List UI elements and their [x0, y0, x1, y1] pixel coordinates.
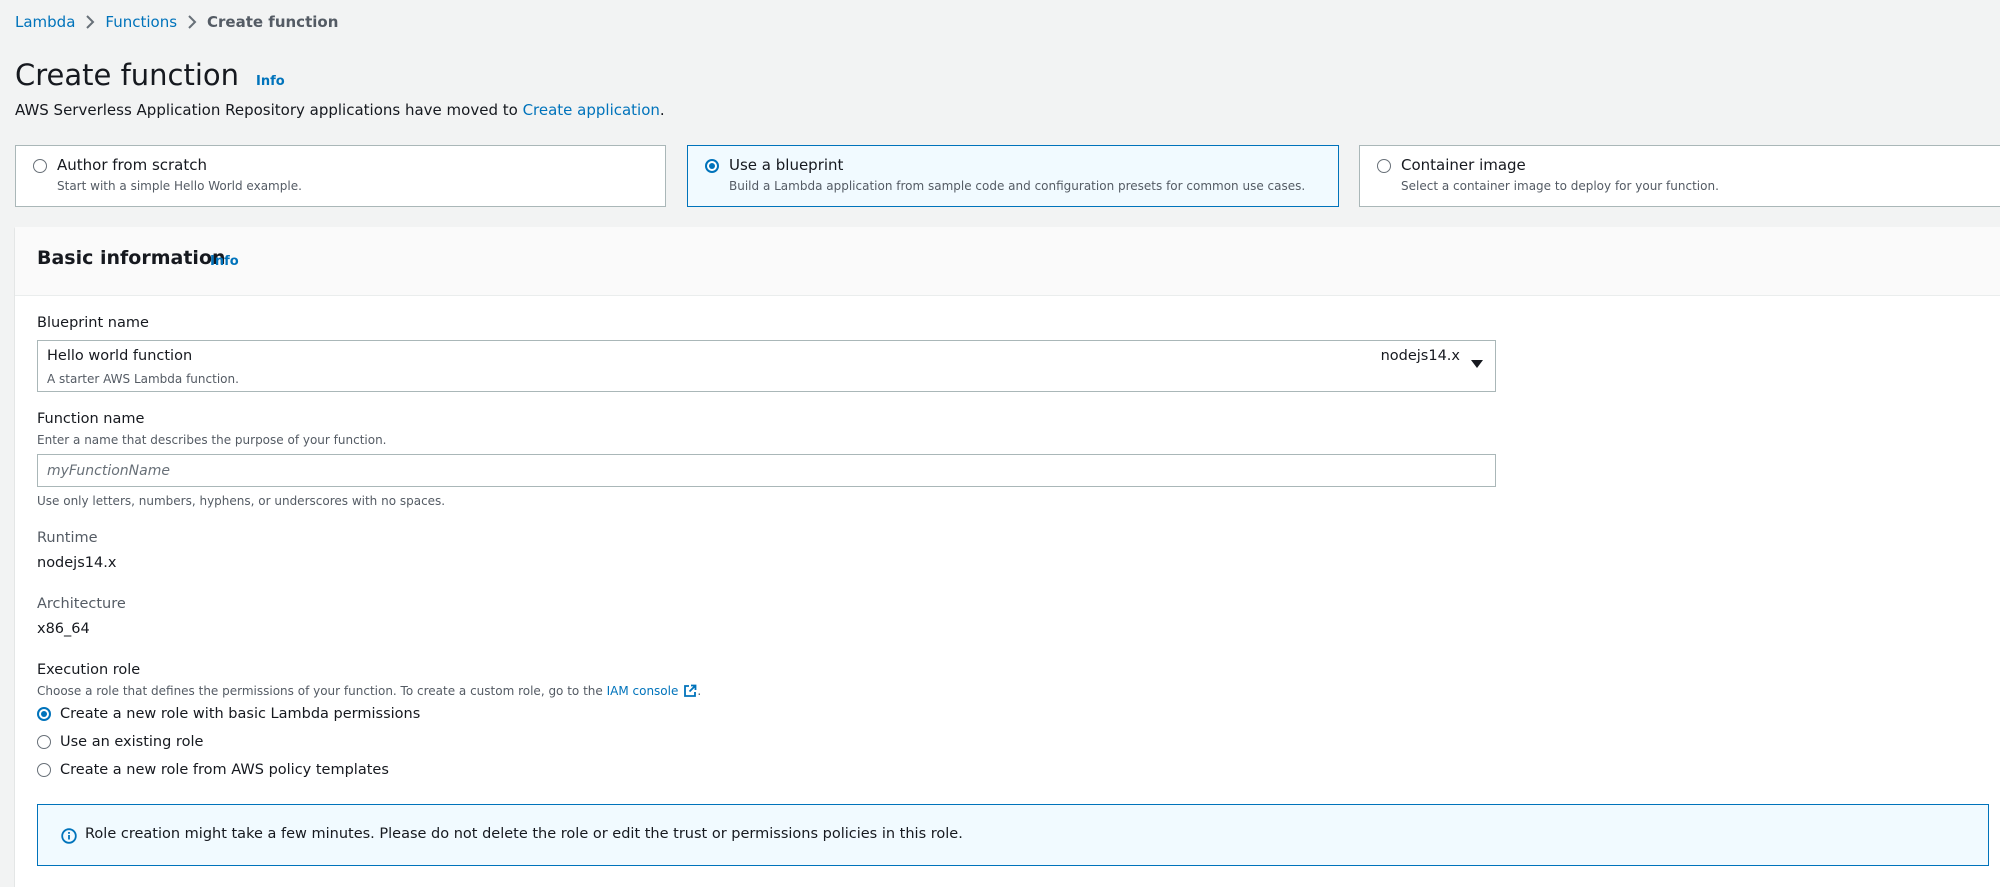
page-header: Create function Info: [15, 58, 285, 92]
blueprint-runtime-tag: nodejs14.x: [1380, 348, 1460, 364]
function-name-input[interactable]: [37, 454, 1496, 487]
subtitle-text: AWS Serverless Application Repository ap…: [15, 101, 523, 119]
chevron-right-icon: [177, 15, 207, 29]
radio-create-basic-role[interactable]: [37, 707, 51, 721]
role-option-label: Create a new role from AWS policy templa…: [60, 762, 389, 778]
role-option-use-existing[interactable]: Use an existing role: [37, 734, 203, 750]
function-name-description: Enter a name that describes the purpose …: [37, 433, 387, 447]
option-description: Select a container image to deploy for y…: [1401, 179, 1719, 193]
breadcrumb-lambda[interactable]: Lambda: [15, 13, 75, 31]
external-link-icon[interactable]: [683, 684, 697, 701]
architecture-value: x86_64: [37, 621, 90, 637]
blueprint-selected-value: Hello world function: [47, 348, 193, 364]
runtime-value: nodejs14.x: [37, 555, 117, 571]
basic-information-panel: Basic information Info Blueprint name He…: [15, 227, 2000, 887]
panel-title: Basic information: [37, 247, 226, 269]
info-alert: Role creation might take a few minutes. …: [37, 804, 1989, 866]
option-author-from-scratch[interactable]: Author from scratch Start with a simple …: [15, 145, 666, 207]
page-subtitle: AWS Serverless Application Repository ap…: [15, 101, 665, 119]
panel-header: Basic information Info: [15, 227, 2000, 296]
runtime-label: Runtime: [37, 530, 98, 546]
option-use-a-blueprint[interactable]: Use a blueprint Build a Lambda applicati…: [687, 145, 1339, 207]
page-title: Create function: [15, 58, 240, 92]
option-description: Start with a simple Hello World example.: [57, 179, 302, 193]
radio-policy-templates-role[interactable]: [37, 763, 51, 777]
radio-use-existing-role[interactable]: [37, 735, 51, 749]
execution-role-desc-suffix: .: [697, 684, 702, 698]
iam-console-link[interactable]: IAM console: [607, 684, 679, 698]
info-icon: [61, 828, 77, 848]
blueprint-selected-description: A starter AWS Lambda function.: [47, 372, 239, 386]
breadcrumb-current: Create function: [207, 13, 339, 31]
radio-container-image[interactable]: [1377, 159, 1391, 173]
info-link[interactable]: Info: [256, 74, 285, 89]
chevron-right-icon: [75, 15, 105, 29]
breadcrumb: Lambda Functions Create function: [15, 13, 338, 31]
radio-use-a-blueprint[interactable]: [705, 159, 719, 173]
blueprint-name-label: Blueprint name: [37, 315, 149, 331]
option-title: Use a blueprint: [729, 156, 844, 174]
role-option-policy-templates[interactable]: Create a new role from AWS policy templa…: [37, 762, 389, 778]
subtitle-suffix: .: [659, 101, 665, 119]
execution-role-desc-text: Choose a role that defines the permissio…: [37, 684, 607, 698]
role-option-label: Use an existing role: [60, 734, 204, 750]
blueprint-select[interactable]: Hello world function A starter AWS Lambd…: [37, 340, 1496, 392]
function-name-hint: Use only letters, numbers, hyphens, or u…: [37, 494, 446, 508]
option-title: Author from scratch: [57, 156, 207, 174]
option-title: Container image: [1401, 156, 1526, 174]
create-application-link[interactable]: Create application: [523, 101, 660, 119]
option-description: Build a Lambda application from sample c…: [729, 179, 1306, 193]
radio-author-from-scratch[interactable]: [33, 159, 47, 173]
execution-role-description: Choose a role that defines the permissio…: [37, 684, 701, 701]
function-name-label: Function name: [37, 411, 145, 427]
architecture-label: Architecture: [37, 596, 126, 612]
role-option-create-basic[interactable]: Create a new role with basic Lambda perm…: [37, 706, 420, 722]
option-container-image[interactable]: Container image Select a container image…: [1359, 145, 2000, 207]
role-option-label: Create a new role with basic Lambda perm…: [60, 706, 421, 722]
alert-text: Role creation might take a few minutes. …: [85, 826, 963, 842]
info-link[interactable]: Info: [210, 254, 239, 269]
breadcrumb-functions[interactable]: Functions: [105, 13, 177, 31]
execution-role-label: Execution role: [37, 662, 141, 678]
caret-down-icon: [1471, 360, 1483, 368]
